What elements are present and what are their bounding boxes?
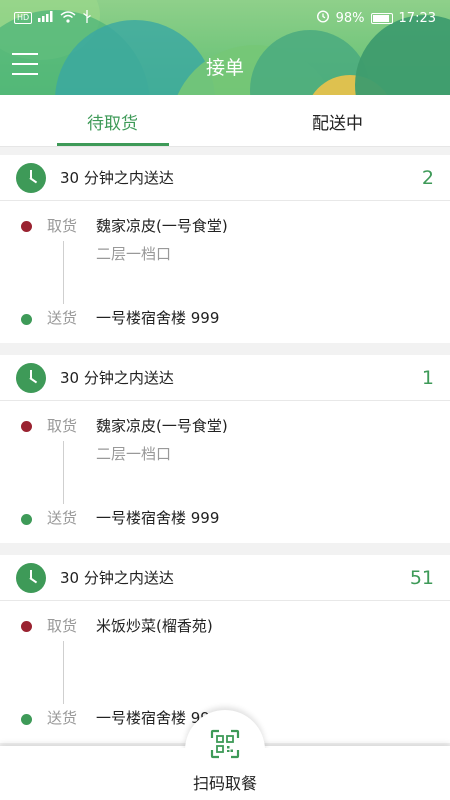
tab-pending-pickup[interactable]: 待取货 — [0, 95, 225, 146]
delivery-address: 一号楼宿舍楼 999 — [96, 309, 220, 327]
delivery-dot-icon — [21, 714, 32, 725]
alarm-icon — [316, 9, 330, 27]
pickup-dot-icon — [21, 221, 32, 232]
pickup-dot-icon — [21, 421, 32, 432]
delivery-dot-icon — [21, 514, 32, 525]
order-list: 30 分钟之内送达 2 取货 魏家凉皮(一号食堂) 二层一档口 送货 一号楼宿舍… — [0, 155, 450, 755]
battery-icon — [370, 12, 393, 24]
battery-percent: 98% — [335, 10, 365, 26]
delivery-label: 送货 — [47, 509, 78, 527]
qr-scan-icon[interactable] — [210, 729, 240, 759]
pickup-shop: 魏家凉皮(一号食堂) — [96, 217, 228, 235]
delivery-address: 一号楼宿舍楼 999 — [96, 509, 220, 527]
delivery-time-label: 30 分钟之内送达 — [60, 169, 174, 187]
route-line — [63, 241, 64, 304]
signal-icon — [38, 11, 54, 25]
tab-delivering[interactable]: 配送中 — [225, 95, 450, 146]
hd-icon: HD — [14, 12, 33, 24]
route-line — [63, 441, 64, 504]
order-card[interactable]: 30 分钟之内送达 2 取货 魏家凉皮(一号食堂) 二层一档口 送货 一号楼宿舍… — [0, 155, 450, 343]
order-card[interactable]: 30 分钟之内送达 1 取货 魏家凉皮(一号食堂) 二层一档口 送货 一号楼宿舍… — [0, 355, 450, 543]
pickup-label: 取货 — [47, 417, 78, 435]
order-count: 1 — [421, 366, 434, 389]
app-header: HD 98% 17:23 接单 — [0, 0, 450, 95]
order-count: 2 — [421, 166, 434, 189]
delivery-time-label: 30 分钟之内送达 — [60, 369, 174, 387]
route-line — [63, 641, 64, 704]
order-count: 51 — [409, 566, 434, 589]
page-title: 接单 — [205, 57, 244, 79]
pickup-label: 取货 — [47, 617, 78, 635]
wifi-icon — [60, 10, 76, 26]
scan-button-label[interactable]: 扫码取餐 — [0, 770, 450, 794]
delivery-label: 送货 — [47, 309, 78, 327]
tab-bar: 待取货 配送中 — [0, 95, 450, 147]
order-header: 30 分钟之内送达 51 — [0, 555, 450, 601]
order-header: 30 分钟之内送达 2 — [0, 155, 450, 201]
usb-icon — [82, 10, 92, 26]
order-route: 取货 魏家凉皮(一号食堂) 二层一档口 送货 一号楼宿舍楼 999 — [0, 401, 450, 543]
clock-icon — [16, 162, 46, 193]
order-header: 30 分钟之内送达 1 — [0, 355, 450, 401]
clock-icon — [16, 562, 46, 593]
status-bar: HD 98% 17:23 — [0, 0, 450, 36]
pickup-shop: 米饭炒菜(榴香苑) — [96, 617, 213, 635]
pickup-label: 取货 — [47, 217, 78, 235]
delivery-time-label: 30 分钟之内送达 — [60, 569, 174, 587]
delivery-label: 送货 — [47, 709, 78, 727]
pickup-location: 二层一档口 — [96, 245, 172, 263]
clock-icon — [16, 362, 46, 393]
clock-time: 17:23 — [398, 10, 436, 26]
pickup-dot-icon — [21, 621, 32, 632]
pickup-location: 二层一档口 — [96, 445, 172, 463]
delivery-dot-icon — [21, 314, 32, 325]
order-route: 取货 魏家凉皮(一号食堂) 二层一档口 送货 一号楼宿舍楼 999 — [0, 201, 450, 343]
pickup-shop: 魏家凉皮(一号食堂) — [96, 417, 228, 435]
top-bar: 接单 — [0, 36, 450, 95]
